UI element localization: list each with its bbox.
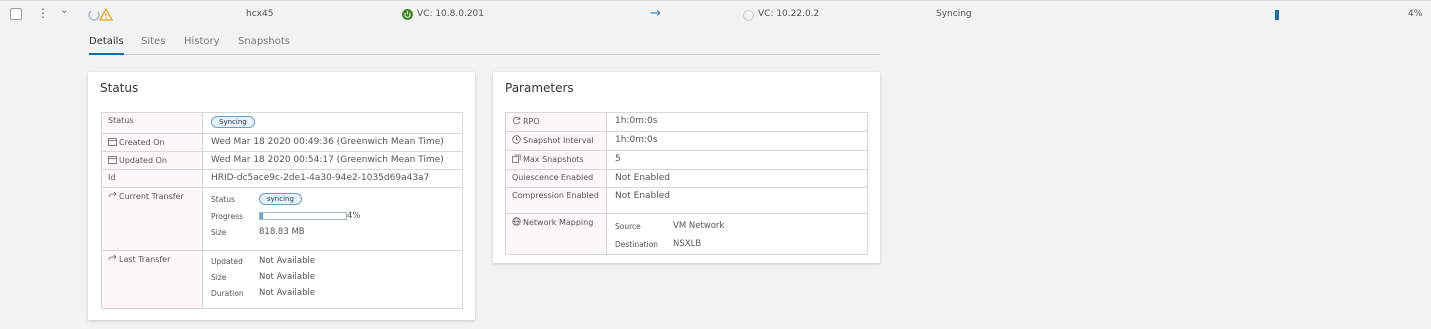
ct-size-key: Size xyxy=(211,227,227,237)
lt-size-value: Not Available xyxy=(259,272,316,282)
ct-status-badge: syncing xyxy=(259,193,302,205)
clock-icon xyxy=(512,135,521,144)
status-card-title: Status xyxy=(100,81,139,95)
replication-name[interactable]: hcx45 xyxy=(246,9,273,19)
lt-updated-key: Updated xyxy=(211,256,243,266)
chevron-down-icon[interactable]: ⌄ xyxy=(60,5,68,16)
rpo-label: RPO xyxy=(505,112,607,132)
status-label: Status xyxy=(101,112,203,134)
status-card: Status Status Syncing Created On Wed Mar… xyxy=(88,72,475,320)
power-on-icon xyxy=(402,9,413,20)
network-mapping-label: Network Mapping xyxy=(505,213,607,255)
refresh-icon xyxy=(512,116,521,125)
snapshot-interval-label-text: Snapshot Interval xyxy=(523,136,594,145)
snapshot-interval-value: 1h:0m:0s xyxy=(606,131,868,151)
tab-snapshots[interactable]: Snapshots xyxy=(238,36,290,53)
rpo-value: 1h:0m:0s xyxy=(606,112,868,132)
last-transfer-label: Last Transfer xyxy=(101,250,203,309)
network-icon xyxy=(512,217,521,226)
network-mapping-details: Source VM Network Destination NSXLB xyxy=(615,217,859,251)
quiescence-value: Not Enabled xyxy=(606,169,868,188)
current-transfer-label-text: Current Transfer xyxy=(119,192,184,201)
updated-on-value: Wed Mar 18 2020 00:54:17 (Greenwich Mean… xyxy=(202,151,463,170)
quiescence-label: Quiescence Enabled xyxy=(505,169,607,188)
ct-progress-bar xyxy=(259,211,347,220)
calendar-icon xyxy=(108,156,117,164)
max-snapshots-label: Max Snapshots xyxy=(505,150,607,170)
created-on-label-text: Created On xyxy=(119,138,165,147)
destination-vc: VC: 10.22.0.2 xyxy=(758,9,820,19)
transfer-icon xyxy=(108,254,117,261)
ct-progress-key: Progress xyxy=(211,211,244,221)
ct-progress-fill xyxy=(260,212,264,219)
row-status: Syncing xyxy=(936,9,972,19)
tab-sites[interactable]: Sites xyxy=(141,36,165,53)
lt-duration-key: Duration xyxy=(211,288,244,298)
last-transfer-label-text: Last Transfer xyxy=(119,255,171,264)
max-snapshots-label-text: Max Snapshots xyxy=(523,155,584,164)
nm-source-key: Source xyxy=(615,221,641,231)
parameters-card-title: Parameters xyxy=(505,81,574,95)
current-transfer-details: Status syncing Progress 4% Size 818.83 M… xyxy=(211,191,454,239)
arrow-right-icon: → xyxy=(650,6,661,21)
row-progress-bar xyxy=(1275,10,1279,20)
nm-destination-key: Destination xyxy=(615,239,659,249)
vc-unknown-icon xyxy=(743,10,754,21)
updated-on-label-text: Updated On xyxy=(119,156,167,165)
calendar-icon xyxy=(108,138,117,146)
id-label: Id xyxy=(101,169,203,188)
detail-tabs: Details Sites History Snapshots xyxy=(88,36,880,55)
current-transfer-label: Current Transfer xyxy=(101,187,203,251)
ct-size-value: 818.83 MB xyxy=(259,227,305,237)
lt-duration-value: Not Available xyxy=(259,288,316,298)
kebab-menu-icon[interactable]: ⋮ xyxy=(37,6,49,20)
snapshots-icon xyxy=(512,154,521,163)
status-table: Status Syncing Created On Wed Mar 18 202… xyxy=(101,112,463,309)
ct-progress-text: 4% xyxy=(347,211,361,221)
ct-progress: 4% xyxy=(259,211,454,221)
transfer-icon xyxy=(108,191,117,198)
parameters-table: RPO 1h:0m:0s Snapshot Interval 1h:0m:0s … xyxy=(505,112,868,255)
id-value: HRID-dc5ace9c-2de1-4a30-94e2-1035d69a43a… xyxy=(202,169,463,188)
nm-destination-value: NSXLB xyxy=(673,239,702,249)
max-snapshots-value: 5 xyxy=(606,150,868,170)
compression-value: Not Enabled xyxy=(606,187,868,214)
network-mapping-label-text: Network Mapping xyxy=(523,218,594,227)
rpo-label-text: RPO xyxy=(523,117,540,126)
ct-status-key: Status xyxy=(211,194,235,204)
tab-details[interactable]: Details xyxy=(89,36,124,55)
created-on-value: Wed Mar 18 2020 00:49:36 (Greenwich Mean… xyxy=(202,133,463,152)
row-progress-text: 4% xyxy=(1408,9,1423,19)
updated-on-label: Updated On xyxy=(101,151,203,170)
snapshot-interval-label: Snapshot Interval xyxy=(505,131,607,151)
nm-source-value: VM Network xyxy=(673,221,725,231)
row-status-icons xyxy=(87,7,117,23)
lt-updated-value: Not Available xyxy=(259,256,316,266)
last-transfer-details: Updated Not Available Size Not Available… xyxy=(211,254,454,300)
created-on-label: Created On xyxy=(101,133,203,152)
warning-icon xyxy=(98,7,114,21)
replication-row[interactable]: ⋮ ⌄ hcx45 VC: 10.8.0.201 → VC: 10.22.0.2… xyxy=(0,1,1431,29)
source-vc: VC: 10.8.0.201 xyxy=(417,9,484,19)
row-checkbox[interactable] xyxy=(10,8,22,20)
status-badge: Syncing xyxy=(211,116,255,128)
sync-status-icon xyxy=(88,9,100,21)
lt-size-key: Size xyxy=(211,272,227,282)
tab-history[interactable]: History xyxy=(184,36,220,53)
parameters-card: Parameters RPO 1h:0m:0s Snapshot Interva… xyxy=(493,72,880,263)
compression-label: Compression Enabled xyxy=(505,187,607,214)
